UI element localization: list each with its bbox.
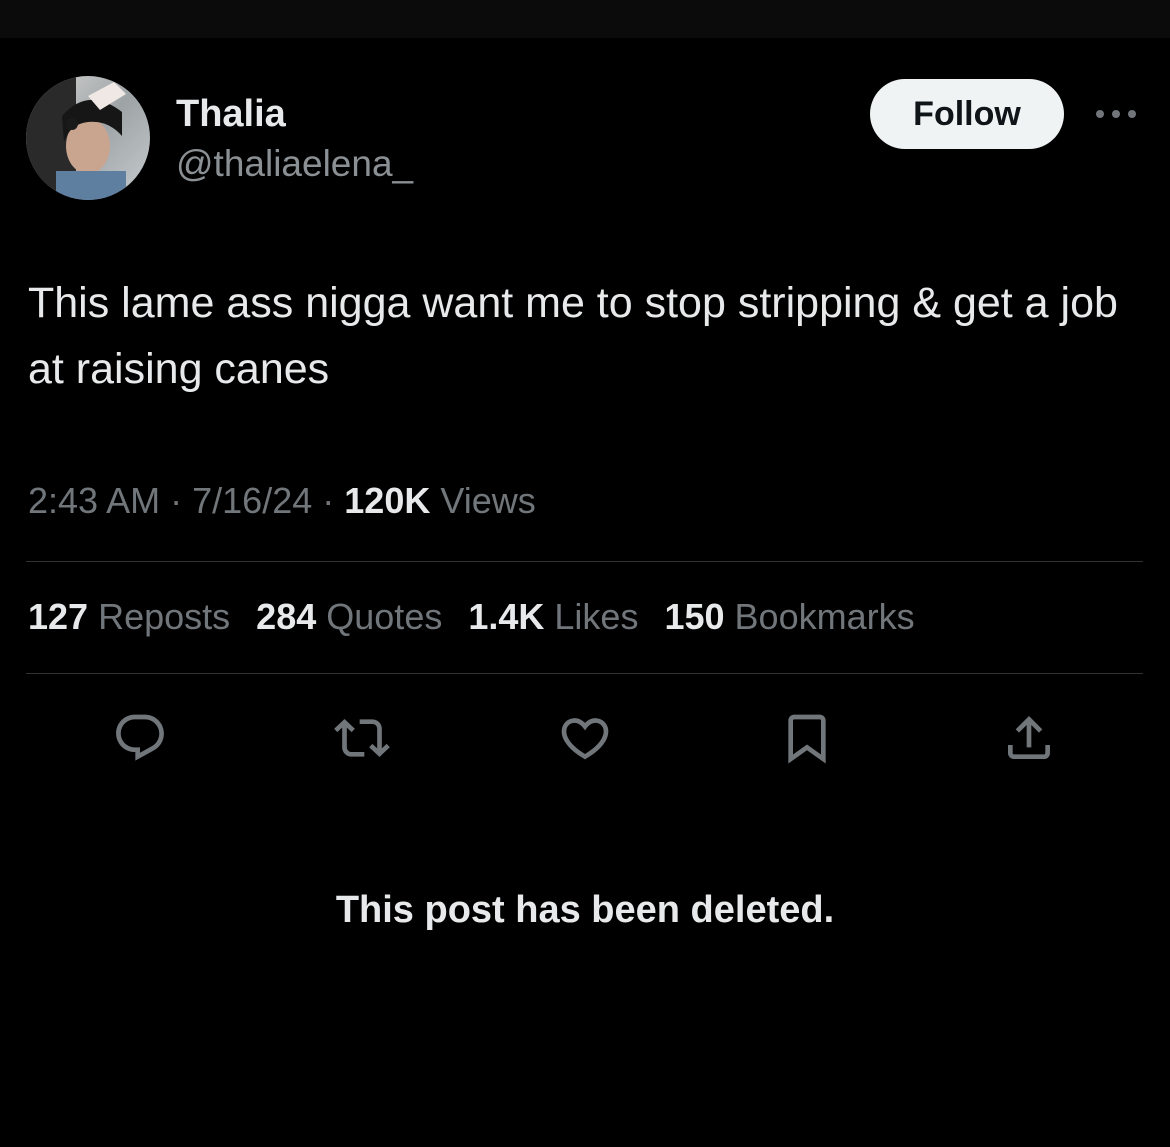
like-button[interactable] [555,708,615,768]
like-heart-icon [561,718,609,760]
tweet-text: This lame ass nigga want me to stop stri… [28,279,1130,393]
stat-likes[interactable]: 1.4K Likes [468,593,638,641]
views-count: 120K [344,480,431,521]
repost-icon [334,719,390,757]
bookmark-icon [788,714,826,764]
reply-button[interactable] [110,708,170,768]
deleted-notice: This post has been deleted. [335,889,835,931]
engagement-stats: 127 Reposts 284 Quotes 1.4K Likes 150 Bo… [28,593,941,641]
follow-button[interactable]: Follow [870,79,1064,149]
avatar[interactable] [26,76,150,200]
stat-count: 150 [664,596,725,637]
share-icon [1008,716,1050,759]
stat-label: Quotes [326,596,443,637]
meta-separator: · [322,480,335,521]
repost-button[interactable] [332,708,392,768]
stat-count: 284 [256,596,317,637]
stat-label: Likes [554,596,639,637]
reply-icon [116,714,164,761]
share-button[interactable] [999,708,1059,768]
display-name[interactable]: Thalia [176,92,286,136]
views-label: Views [440,480,536,521]
stat-label: Reposts [98,596,231,637]
meta-separator: · [170,480,183,521]
stat-label: Bookmarks [734,596,915,637]
tweet-meta: 2:43 AM · 7/16/24 · 120K Views [28,478,536,524]
bookmark-button[interactable] [777,708,837,768]
status-bar [0,0,1170,38]
stat-count: 127 [28,596,89,637]
divider [26,673,1143,674]
divider [26,561,1143,562]
user-handle[interactable]: @thaliaelena_ [176,142,413,186]
stat-reposts[interactable]: 127 Reposts [28,593,230,641]
stat-count: 1.4K [468,596,545,637]
profile-photo-icon [26,76,150,200]
more-dots-icon [1096,110,1136,118]
tweet-time[interactable]: 2:43 AM [28,480,160,521]
tweet-date[interactable]: 7/16/24 [192,480,312,521]
stat-quotes[interactable]: 284 Quotes [256,593,442,641]
stat-bookmarks[interactable]: 150 Bookmarks [664,593,914,641]
more-options-button[interactable] [1088,96,1144,132]
